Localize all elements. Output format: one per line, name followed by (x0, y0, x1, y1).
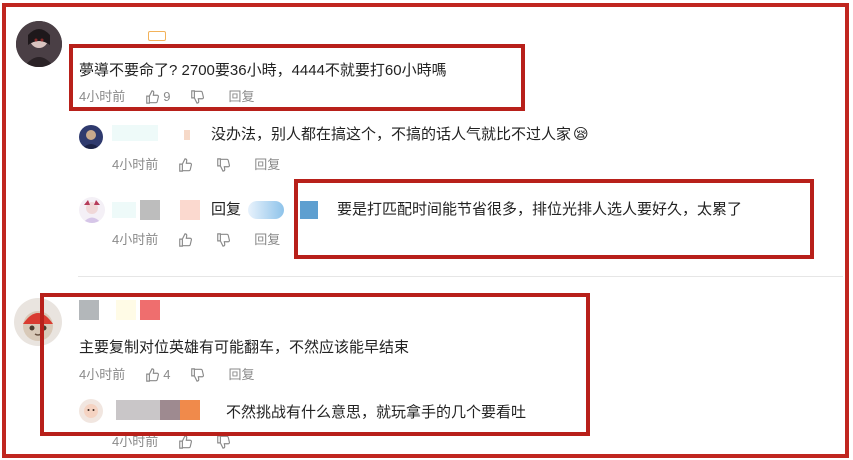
username-redacted (116, 300, 136, 320)
like-icon[interactable] (145, 368, 160, 382)
comment-text: 主要复制对位英雄有可能翻车，不然应该能早结束 (79, 339, 410, 356)
reply-text: 没办法，别人都在搞这个，不搞的话人气就比不过人家 😪 (211, 126, 589, 143)
like-icon[interactable] (178, 233, 193, 247)
username-redacted (112, 202, 136, 218)
reply-meta: 4小时前 回复 (112, 232, 280, 248)
timestamp: 4小时前 (112, 434, 159, 449)
avatar[interactable] (79, 125, 103, 149)
mention-redacted[interactable] (248, 201, 284, 219)
timestamp: 4小时前 (112, 232, 159, 247)
like-icon[interactable] (178, 158, 193, 172)
username-redacted (184, 130, 190, 140)
username-redacted (140, 200, 160, 220)
username-redacted (140, 300, 160, 320)
reply-prefix: 回复 (211, 201, 242, 218)
like-icon[interactable] (145, 90, 160, 104)
dislike-icon[interactable] (216, 435, 231, 449)
reply-button[interactable]: 回复 (254, 232, 280, 248)
username-redacted (180, 400, 200, 420)
username-redacted (116, 400, 160, 420)
highlight-box-reply-2 (294, 179, 814, 259)
dislike-icon[interactable] (190, 90, 205, 104)
comment-meta: 4小时前 4 回复 (79, 367, 254, 383)
dislike-icon[interactable] (216, 233, 231, 247)
avatar[interactable] (79, 197, 105, 223)
reply-meta: 4小时前 (112, 434, 234, 450)
username-redacted (160, 400, 180, 420)
username-redacted (79, 300, 99, 320)
username-redacted (112, 125, 158, 141)
dislike-icon[interactable] (190, 368, 205, 382)
timestamp: 4小时前 (79, 367, 126, 382)
reply-button[interactable]: 回复 (228, 89, 254, 105)
avatar[interactable] (79, 399, 103, 423)
reply-button[interactable]: 回复 (254, 157, 280, 173)
dislike-icon[interactable] (216, 158, 231, 172)
reply-button[interactable]: 回复 (228, 367, 254, 383)
avatar[interactable] (14, 298, 62, 346)
username-badge (148, 31, 166, 41)
like-count: 9 (163, 89, 171, 104)
comment-meta: 4小时前 9 回复 (79, 89, 254, 105)
comment-text: 夢導不要命了? 2700要36小時，4444不就要打60小時嗎 (79, 62, 447, 79)
avatar[interactable] (16, 21, 62, 67)
like-count: 4 (163, 367, 171, 382)
emoji: 😪 (573, 126, 589, 143)
divider (78, 276, 843, 277)
reply-meta: 4小时前 回复 (112, 157, 280, 173)
reply-text: 不然挑战有什么意思，就玩拿手的几个要看吐 (226, 404, 527, 421)
timestamp: 4小时前 (112, 157, 159, 172)
timestamp: 4小时前 (79, 89, 126, 104)
like-icon[interactable] (178, 435, 193, 449)
username-redacted (180, 200, 200, 220)
mention-redacted (300, 201, 318, 219)
reply-text: 要是打匹配时间能节省很多，排位光排人选人要好久，太累了 (337, 201, 743, 218)
